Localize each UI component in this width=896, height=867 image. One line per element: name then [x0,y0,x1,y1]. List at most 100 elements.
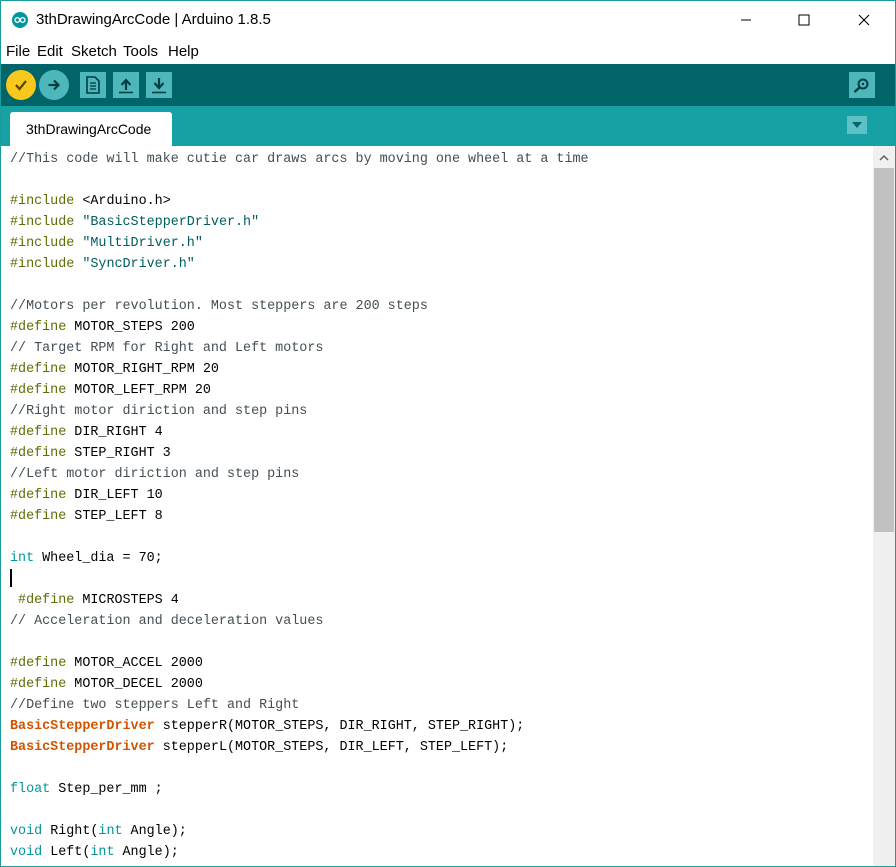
code-token: "BasicStepperDriver.h" [82,215,260,230]
code-token: Wheel_dia = 70; [34,551,163,566]
code-line: #define MOTOR_ACCEL 2000 [10,653,589,674]
upload-button[interactable] [39,70,69,100]
code-line: void Left(int Angle); [10,842,589,863]
code-token: #define [10,509,67,524]
code-token: MOTOR_RIGHT_RPM 20 [66,362,219,377]
code-token: #define [10,446,67,461]
code-token: stepperL(MOTOR_STEPS, DIR_LEFT, STEP_LEF… [154,740,509,755]
code-line: #include "SyncDriver.h" [10,254,589,275]
code-line: int Wheel_dia = 70; [10,548,589,569]
code-token: int [10,551,35,566]
code-line: //This code will make cutie car draws ar… [10,149,589,170]
menu-edit[interactable]: Edit [37,43,63,60]
title-bar: 3thDrawingArcCode | Arduino 1.8.5 [1,1,895,39]
code-token: #define [10,677,67,692]
code-token: STEP_RIGHT 3 [66,446,171,461]
code-line: #define MOTOR_LEFT_RPM 20 [10,380,589,401]
code-token: stepperR(MOTOR_STEPS, DIR_RIGHT, STEP_RI… [154,719,525,734]
tab-3thdrawingarccode[interactable]: 3thDrawingArcCode [10,112,172,146]
arduino-logo-icon [12,12,28,28]
code-token: STEP_LEFT 8 [66,509,163,524]
code-line: #define MOTOR_RIGHT_RPM 20 [10,359,589,380]
code-text: //This code will make cutie car draws ar… [10,149,589,863]
menu-tools[interactable]: Tools [123,43,158,60]
code-token: Angle); [114,845,179,860]
code-line: #define MICROSTEPS 4 [10,590,589,611]
serial-monitor-button[interactable] [849,72,875,98]
code-line: //Left motor diriction and step pins [10,464,589,485]
code-token: //Motors per revolution. Most steppers a… [10,299,428,314]
save-icon [152,78,166,94]
menu-file[interactable]: File [6,43,30,60]
code-token: #define [10,362,67,377]
code-line: #include "BasicStepperDriver.h" [10,212,589,233]
code-token: Right( [42,824,99,839]
scrollbar-thumb[interactable] [874,168,894,532]
code-editor[interactable]: //This code will make cutie car draws ar… [1,146,873,866]
code-line: #define STEP_RIGHT 3 [10,443,589,464]
maximize-button[interactable] [781,1,827,39]
tab-menu-button[interactable] [847,116,867,134]
code-line: #define DIR_LEFT 10 [10,485,589,506]
scroll-up-button[interactable] [873,146,895,168]
code-token: //Right motor diriction and step pins [10,404,308,419]
code-line: //Motors per revolution. Most steppers a… [10,296,589,317]
maximize-icon [798,14,810,26]
open-button[interactable] [113,72,139,98]
code-line: #define MOTOR_STEPS 200 [10,317,589,338]
code-token: #include [10,257,75,272]
code-token: MOTOR_STEPS 200 [66,320,195,335]
code-token: MOTOR_ACCEL 2000 [66,656,203,671]
close-icon [858,14,870,26]
code-token: BasicStepperDriver [10,719,155,734]
code-line: //Right motor diriction and step pins [10,401,589,422]
open-icon [119,78,133,94]
code-line: #define MOTOR_DECEL 2000 [10,674,589,695]
code-token: int [98,824,123,839]
minimize-button[interactable] [723,1,769,39]
code-token: "SyncDriver.h" [82,257,195,272]
menu-sketch[interactable]: Sketch [71,43,117,60]
code-token: #include [10,236,75,251]
window-title: 3thDrawingArcCode | Arduino 1.8.5 [36,11,271,28]
code-token: <Arduino.h> [74,194,171,209]
editor-scrollbar[interactable] [873,146,895,866]
code-token: Left( [42,845,91,860]
close-button[interactable] [841,1,887,39]
code-token: int [90,845,115,860]
code-token: #define [10,425,67,440]
text-caret [10,569,12,587]
save-button[interactable] [146,72,172,98]
code-token: #include [10,215,75,230]
minimize-icon [741,19,751,21]
serial-monitor-icon [853,78,869,93]
toolbar [1,64,895,106]
code-line: #include "MultiDriver.h" [10,233,589,254]
new-button[interactable] [80,72,106,98]
code-token: void [10,845,43,860]
verify-icon [15,80,27,91]
code-token: void [10,824,43,839]
code-token: "MultiDriver.h" [82,236,203,251]
code-line: //Define two steppers Left and Right [10,695,589,716]
arduino-window: 3thDrawingArcCode | Arduino 1.8.5 File E… [0,0,896,867]
code-line: // Target RPM for Right and Left motors [10,338,589,359]
chevron-up-icon [879,154,889,161]
menu-help[interactable]: Help [168,43,199,60]
tab-label: 3thDrawingArcCode [26,121,152,137]
code-token: #define [10,383,67,398]
menu-bar: File Edit Sketch Tools Help [1,39,895,63]
code-token: //Left motor diriction and step pins [10,467,300,482]
code-token: Step_per_mm ; [50,782,163,797]
new-icon [86,76,100,94]
verify-button[interactable] [6,70,36,100]
code-token: // Acceleration and deceleration values [10,614,324,629]
